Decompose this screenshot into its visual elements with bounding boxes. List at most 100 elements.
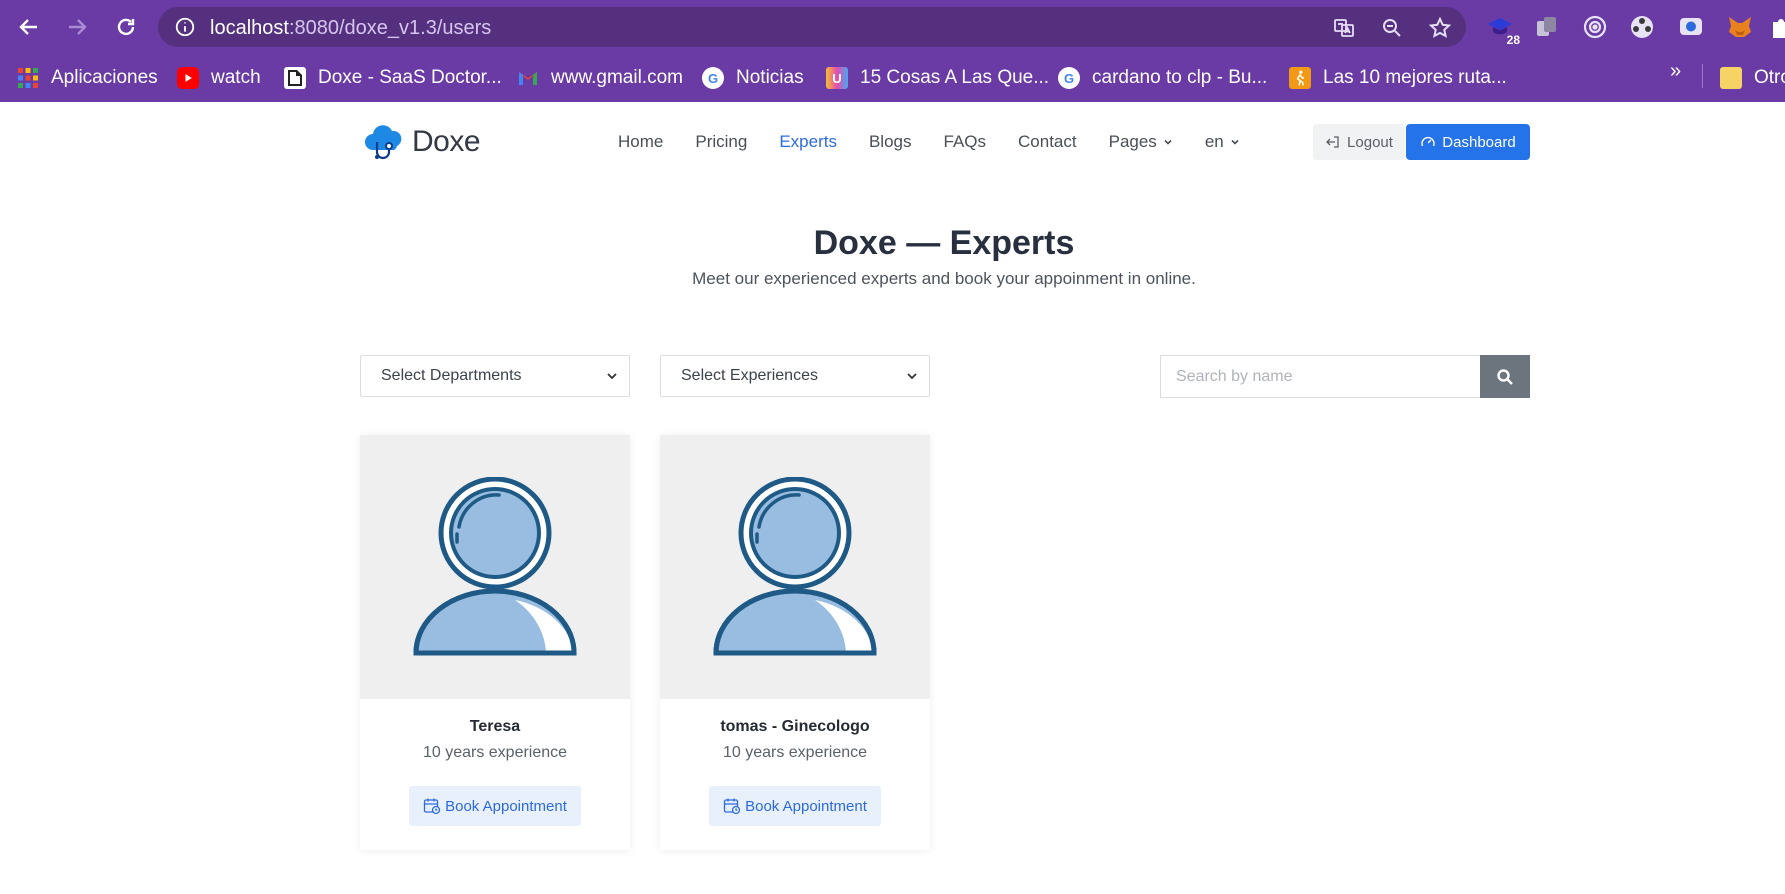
search-icon [1497, 368, 1513, 385]
extension-badge: 28 [1506, 33, 1520, 47]
logout-label: Logout [1347, 133, 1393, 151]
logout-button[interactable]: Logout [1313, 124, 1405, 160]
youtube-icon [177, 67, 199, 89]
book-appointment-label: Book Appointment [445, 797, 567, 815]
expert-name[interactable]: Teresa [360, 718, 630, 736]
gmail-icon [517, 67, 539, 89]
bookmark-watch[interactable]: watch [177, 63, 261, 93]
bookmark-doxe[interactable]: Doxe - SaaS Doctor... [284, 63, 502, 93]
reload-button[interactable] [109, 10, 143, 44]
nav-pages-label: Pages [1108, 132, 1157, 151]
extension-copy-icon[interactable] [1533, 13, 1561, 41]
doxe-cloud-logo-icon [365, 125, 402, 160]
address-bar[interactable]: localhost:8080/doxe_v1.3/users [158, 7, 1466, 47]
departments-select[interactable]: Select Departments [360, 355, 630, 397]
expert-avatar[interactable] [360, 435, 630, 699]
calendar-clock-icon [723, 798, 741, 815]
extension-target-icon[interactable] [1581, 13, 1609, 41]
zoom-icon[interactable] [1380, 16, 1404, 40]
folder-icon [1720, 67, 1742, 89]
bookmark-apps[interactable]: Aplicaciones [17, 63, 158, 93]
extension-hat-icon[interactable]: 28 [1486, 13, 1520, 47]
u-logo-icon: U [826, 67, 848, 89]
bookmarks-overflow-button[interactable]: » [1670, 60, 1681, 83]
chevron-down-icon [607, 373, 617, 380]
expert-experience: 10 years experience [722, 744, 868, 761]
expert-name[interactable]: tomas - Ginecologo [660, 718, 930, 736]
bookmark-15-cosas[interactable]: U 15 Cosas A Las Que... [826, 63, 1049, 93]
bookmark-star-icon[interactable] [1428, 16, 1452, 40]
nav-faqs[interactable]: FAQs [944, 132, 987, 152]
bookmark-rutas[interactable]: Las 10 mejores ruta... [1289, 63, 1507, 93]
logo-text: Doxe [412, 125, 481, 158]
bookmark-label: Otro [1754, 67, 1785, 88]
bookmarks-divider [1702, 64, 1703, 88]
expert-avatar[interactable] [660, 435, 930, 699]
browser-toolbar: localhost:8080/doxe_v1.3/users 28 [0, 0, 1785, 54]
page-content: Doxe Home Pricing Experts Blogs FAQs Con… [0, 102, 1785, 894]
page-title: Doxe — Experts [813, 224, 1075, 262]
bookmark-other[interactable]: Otro [1720, 63, 1785, 93]
experiences-select-value: Select Experiences [681, 367, 818, 384]
book-appointment-button[interactable]: Book Appointment [709, 786, 881, 826]
bookmark-cardano[interactable]: G cardano to clp - Bu... [1058, 63, 1267, 93]
extension-screen-icon[interactable] [1677, 13, 1705, 41]
extensions-puzzle-icon[interactable] [1768, 13, 1785, 41]
translate-icon[interactable] [1332, 16, 1356, 40]
main-nav: Home Pricing Experts Blogs FAQs Contact … [618, 132, 1272, 152]
google-icon: G [1058, 67, 1080, 89]
browser-chrome: localhost:8080/doxe_v1.3/users 28 Aplica… [0, 0, 1785, 102]
hiker-icon [1289, 67, 1311, 89]
bookmark-noticias[interactable]: G Noticias [702, 63, 804, 93]
departments-select-value: Select Departments [381, 367, 522, 384]
forward-button[interactable] [60, 10, 94, 44]
bookmark-label: Noticias [736, 67, 804, 88]
bookmark-label: cardano to clp - Bu... [1092, 67, 1268, 88]
doxe-page-icon [284, 67, 306, 89]
bookmarks-bar: Aplicaciones watch Doxe - SaaS Doctor...… [0, 54, 1785, 102]
dashboard-button[interactable]: Dashboard [1406, 124, 1530, 160]
experiences-select[interactable]: Select Experiences [660, 355, 930, 397]
apps-grid-icon [17, 67, 39, 89]
back-button[interactable] [12, 10, 46, 44]
language-label: en [1204, 132, 1224, 151]
search-form [1160, 355, 1530, 398]
nav-experts[interactable]: Experts [779, 132, 837, 152]
dashboard-label: Dashboard [1442, 133, 1516, 151]
extension-reel-icon[interactable] [1628, 13, 1656, 41]
user-placeholder-icon [413, 477, 577, 656]
url-text: localhost:8080/doxe_v1.3/users [210, 17, 492, 39]
bookmark-label: 15 Cosas A Las Que... [860, 67, 1050, 88]
bookmark-label: Las 10 mejores ruta... [1323, 67, 1507, 88]
nav-contact[interactable]: Contact [1018, 132, 1077, 152]
speedometer-icon [1421, 136, 1435, 147]
google-icon: G [702, 67, 724, 89]
bookmark-label: www.gmail.com [551, 67, 683, 88]
search-input[interactable] [1160, 355, 1480, 398]
metamask-fox-icon[interactable] [1726, 13, 1754, 41]
site-info-icon[interactable] [174, 16, 196, 38]
search-button[interactable] [1480, 355, 1530, 398]
user-placeholder-icon [713, 477, 877, 656]
book-appointment-button[interactable]: Book Appointment [409, 786, 581, 826]
nav-pages-dropdown[interactable]: Pages [1109, 132, 1173, 152]
page-subtitle: Meet our experienced experts and book yo… [692, 269, 1196, 288]
nav-home[interactable]: Home [618, 132, 663, 152]
expert-card: tomas - Ginecologo 10 years experience B… [660, 435, 930, 850]
bookmark-label: watch [211, 67, 261, 88]
chevron-down-icon [1164, 139, 1172, 145]
calendar-clock-icon [423, 798, 441, 815]
logout-icon [1326, 136, 1339, 148]
expert-card: Teresa 10 years experience Book Appointm… [360, 435, 630, 850]
nav-blogs[interactable]: Blogs [869, 132, 912, 152]
bookmark-label: Aplicaciones [51, 67, 158, 88]
language-dropdown[interactable]: en [1205, 132, 1240, 152]
chevron-down-icon [907, 373, 917, 380]
site-logo[interactable]: Doxe [362, 120, 481, 164]
nav-pricing[interactable]: Pricing [695, 132, 747, 152]
chevron-down-icon [1231, 139, 1239, 145]
bookmark-gmail[interactable]: www.gmail.com [517, 63, 683, 93]
book-appointment-label: Book Appointment [745, 797, 867, 815]
expert-experience: 10 years experience [422, 744, 568, 761]
bookmark-label: Doxe - SaaS Doctor... [318, 67, 502, 88]
